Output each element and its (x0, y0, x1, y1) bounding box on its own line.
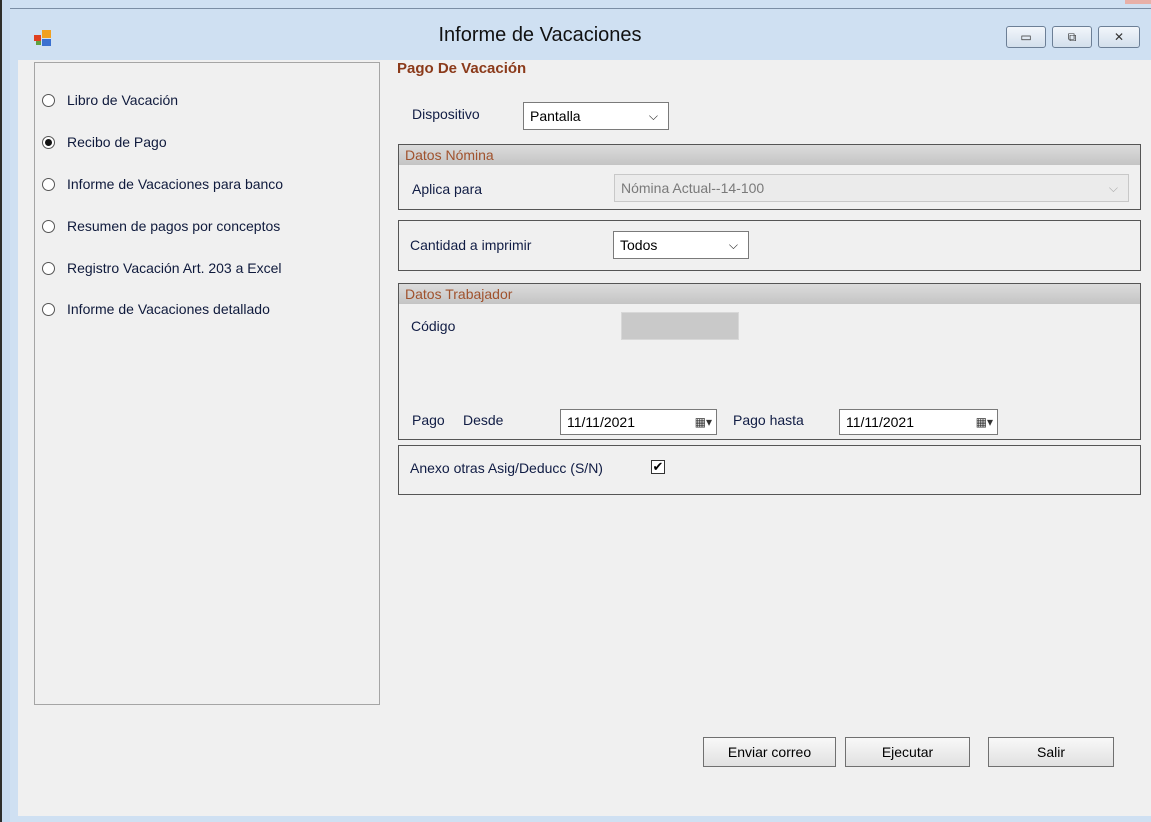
dispositivo-select[interactable]: Pantalla ⌵ (523, 102, 669, 130)
pago-label: Pago (412, 412, 445, 428)
radio-button[interactable] (42, 219, 55, 233)
anexo-checkbox[interactable]: ✔ (651, 460, 665, 474)
radio-label: Recibo de Pago (67, 134, 167, 150)
corner-accent (1125, 0, 1151, 4)
close-icon: ✕ (1113, 30, 1125, 44)
group-header: Datos Trabajador (399, 284, 1140, 304)
radio-label: Informe de Vacaciones para banco (67, 176, 284, 192)
aplica-para-label: Aplica para (412, 181, 483, 197)
salir-button[interactable]: Salir (988, 737, 1114, 767)
aplica-para-select[interactable]: Nómina Actual--14-100 ⌵ (614, 174, 1129, 202)
minimize-button[interactable]: ▭ (1006, 26, 1046, 48)
cantidad-label: Cantidad a imprimir (410, 237, 532, 253)
restore-icon: ⧉ (1067, 29, 1077, 44)
aplica-para-value: Nómina Actual--14-100 (621, 180, 765, 196)
pago-desde-value: 11/11/2021 (567, 414, 635, 430)
radio-button[interactable] (42, 302, 55, 316)
section-title: Pago De Vacación (397, 60, 527, 77)
radio-recibo-pago[interactable]: Recibo de Pago (42, 132, 167, 152)
radio-informe-detallado[interactable]: Informe de Vacaciones detallado (42, 299, 270, 319)
enviar-correo-button[interactable]: Enviar correo (703, 737, 836, 767)
window-title: Informe de Vacaciones (438, 24, 642, 46)
codigo-label: Código (411, 318, 456, 334)
dispositivo-label: Dispositivo (412, 106, 480, 122)
codigo-input[interactable] (621, 312, 739, 340)
ejecutar-button[interactable]: Ejecutar (845, 737, 970, 767)
group-header: Datos Nómina (399, 145, 1140, 165)
radio-button-selected[interactable] (42, 135, 55, 149)
radio-button[interactable] (42, 261, 55, 275)
pago-hasta-label: Pago hasta (733, 412, 804, 428)
cantidad-value: Todos (620, 237, 658, 253)
radio-registro-excel[interactable]: Registro Vacación Art. 203 a Excel (42, 258, 282, 278)
title-bar-border (10, 8, 1151, 9)
calendar-icon[interactable]: ▦▾ (695, 415, 712, 429)
chevron-down-icon: ⌵ (728, 238, 738, 252)
minimize-icon: ▭ (1020, 30, 1032, 44)
radio-label: Informe de Vacaciones detallado (67, 301, 270, 317)
radio-button[interactable] (42, 93, 55, 107)
anexo-label: Anexo otras Asig/Deducc (S/N) (410, 460, 603, 476)
radio-informe-banco[interactable]: Informe de Vacaciones para banco (42, 174, 283, 194)
radio-resumen-pagos[interactable]: Resumen de pagos por conceptos (42, 216, 280, 236)
radio-libro-vacacion[interactable]: Libro de Vacación (42, 90, 178, 110)
pago-hasta-date[interactable]: 11/11/2021 ▦▾ (839, 409, 998, 435)
chevron-down-icon: ⌵ (1108, 181, 1118, 195)
chevron-down-icon: ⌵ (648, 109, 658, 123)
maximize-button[interactable]: ⧉ (1052, 26, 1092, 48)
pago-desde-date[interactable]: 11/11/2021 ▦▾ (560, 409, 717, 435)
checkmark-icon: ✔ (652, 459, 664, 474)
desde-label: Desde (463, 412, 504, 428)
pago-hasta-value: 11/11/2021 (846, 414, 914, 430)
calendar-icon[interactable]: ▦▾ (976, 415, 993, 429)
dispositivo-value: Pantalla (530, 108, 581, 124)
report-type-panel (34, 62, 380, 705)
cantidad-select[interactable]: Todos ⌵ (613, 231, 749, 259)
radio-label: Resumen de pagos por conceptos (67, 218, 281, 234)
radio-button[interactable] (42, 177, 55, 191)
radio-label: Libro de Vacación (67, 92, 179, 108)
window-left-border (0, 0, 10, 822)
window-bottom-border (10, 816, 1151, 822)
radio-label: Registro Vacación Art. 203 a Excel (67, 260, 282, 276)
close-button[interactable]: ✕ (1098, 26, 1140, 48)
